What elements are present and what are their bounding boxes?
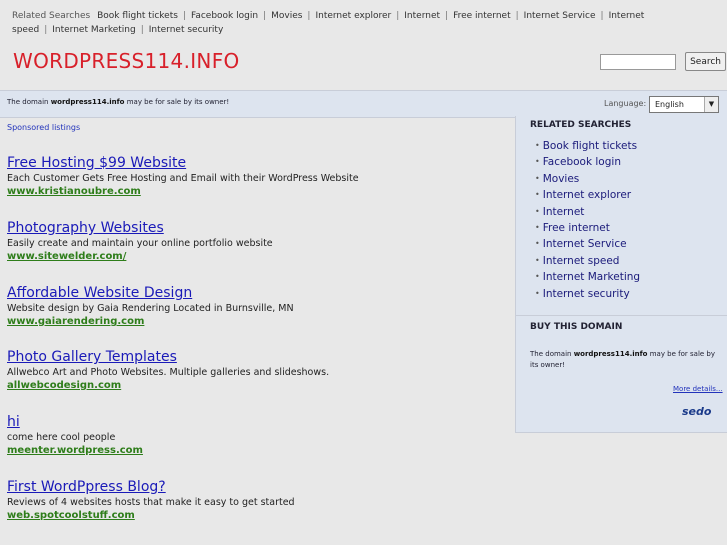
listing: Free Hosting $99 Website Each Customer Ge… <box>7 155 507 199</box>
listing-url[interactable]: web.spotcoolstuff.com <box>7 509 507 523</box>
listing-url[interactable]: meenter.wordpress.com <box>7 444 507 458</box>
search-input[interactable] <box>600 53 676 70</box>
domain-notice-bar: The domain wordpress114.info may be for … <box>0 90 727 118</box>
buy-pre: The domain <box>530 350 574 358</box>
listing-description: Website design by Gaia Rendering Located… <box>7 303 294 314</box>
language-select[interactable]: English ▼ <box>649 96 719 113</box>
more-details-link[interactable]: More details... <box>673 385 723 393</box>
separator: | <box>600 11 604 21</box>
bullet-icon: • <box>535 206 540 216</box>
sidebar-related-link[interactable]: Internet speed <box>543 255 620 267</box>
sidebar-related-item[interactable]: • Internet Marketing <box>535 269 640 285</box>
sidebar-related-link[interactable]: Free internet <box>543 222 610 234</box>
separator: | <box>396 11 400 21</box>
related-search-link[interactable]: Book flight tickets <box>97 11 178 21</box>
domain-notice-text: The domain wordpress114.info may be for … <box>7 98 229 106</box>
buy-domain-heading: BUY THIS DOMAIN <box>530 322 623 332</box>
sidebar-related-link[interactable]: Internet Marketing <box>543 271 640 283</box>
sidebar-related-link[interactable]: Facebook login <box>543 156 621 168</box>
listing: Photo Gallery Templates Allwebco Art and … <box>7 349 507 393</box>
related-search-link[interactable]: Facebook login <box>191 11 258 21</box>
listing-description: come here cool people <box>7 432 116 443</box>
separator: | <box>263 11 267 21</box>
related-search-link[interactable]: Free internet <box>453 11 511 21</box>
separator: | <box>44 25 48 35</box>
listing-title[interactable]: Free Hosting $99 Website <box>7 155 507 172</box>
sidebar-related-link[interactable]: Internet Service <box>543 238 627 250</box>
listing-description: Allwebco Art and Photo Websites. Multipl… <box>7 367 330 378</box>
sidebar: RELATED SEARCHES • Book flight tickets • Fa… <box>515 116 727 433</box>
bullet-icon: • <box>535 239 540 249</box>
listing-url[interactable]: allwebcodesign.com <box>7 379 507 393</box>
bullet-icon: • <box>535 255 540 265</box>
sidebar-related-item[interactable]: • Movies <box>535 171 640 187</box>
listing-url[interactable]: www.sitewelder.com/ <box>7 250 507 264</box>
sponsored-listings-label[interactable]: Sponsored listings <box>7 123 80 132</box>
bullet-icon: • <box>535 272 540 282</box>
sedo-logo[interactable]: sedo <box>682 405 711 418</box>
related-searches-bar: Related Searches Book flight tickets | Fac… <box>0 0 727 42</box>
sidebar-related-link[interactable]: Internet explorer <box>543 189 631 201</box>
related-searches-heading: RELATED SEARCHES <box>530 120 632 130</box>
buy-domain: wordpress114.info <box>573 350 648 358</box>
listing: Affordable Website Design Website design … <box>7 285 507 329</box>
sidebar-related-item[interactable]: • Facebook login <box>535 154 640 170</box>
listing-title[interactable]: hi <box>7 414 507 431</box>
search-form: Search <box>600 51 727 71</box>
separator: | <box>307 11 311 21</box>
listing-description: Each Customer Gets Free Hosting and Emai… <box>7 173 359 184</box>
separator: | <box>445 11 449 21</box>
language-label: Language: <box>604 99 647 108</box>
sidebar-related-link[interactable]: Internet security <box>543 288 630 300</box>
site-logo[interactable]: WORDPRESS114.INFO <box>13 49 240 73</box>
bullet-icon: • <box>535 223 540 233</box>
separator: | <box>182 11 186 21</box>
sidebar-divider <box>516 315 727 316</box>
related-search-link[interactable]: Internet <box>404 11 440 21</box>
bullet-icon: • <box>535 288 540 298</box>
sidebar-related-item[interactable]: • Internet <box>535 204 640 220</box>
listing-url[interactable]: www.gaiarendering.com <box>7 315 507 329</box>
listing-title[interactable]: Photography Websites <box>7 220 507 237</box>
related-search-link[interactable]: Internet Marketing <box>52 25 135 35</box>
sidebar-related-item[interactable]: • Book flight tickets <box>535 138 640 154</box>
notice-pre: The domain <box>7 98 51 106</box>
notice-post: may be for sale by its owner! <box>124 98 230 106</box>
listing-title[interactable]: First WordPpress Blog? <box>7 479 507 496</box>
related-search-link[interactable]: Internet Service <box>524 11 596 21</box>
related-searches-label: Related Searches <box>12 11 91 21</box>
sidebar-related-item[interactable]: • Internet speed <box>535 253 640 269</box>
listing-description: Easily create and maintain your online p… <box>7 238 273 249</box>
related-search-link[interactable]: Internet explorer <box>315 11 391 21</box>
buy-domain-text: The domain wordpress114.info may be for … <box>530 349 720 371</box>
bullet-icon: • <box>535 141 540 150</box>
listing-description: Reviews of 4 websites hosts that make it… <box>7 497 295 508</box>
notice-domain: wordpress114.info <box>50 98 125 106</box>
sidebar-related-link[interactable]: Movies <box>543 173 580 185</box>
related-search-link[interactable]: Movies <box>271 11 302 21</box>
sidebar-related-link[interactable]: Internet <box>543 206 585 218</box>
related-searches-list: • Book flight tickets • Facebook login • Movi… <box>535 138 640 302</box>
listing-url[interactable]: www.kristianoubre.com <box>7 185 507 199</box>
sidebar-related-item[interactable]: • Internet security <box>535 286 640 302</box>
chevron-down-icon[interactable]: ▼ <box>704 97 718 112</box>
bullet-icon: • <box>535 173 540 183</box>
language-selected: English <box>655 100 684 109</box>
listing: First WordPpress Blog? Reviews of 4 websi… <box>7 479 507 523</box>
sidebar-related-link[interactable]: Book flight tickets <box>543 140 637 152</box>
related-search-link[interactable]: Internet security <box>149 25 224 35</box>
separator: | <box>140 25 144 35</box>
sidebar-related-item[interactable]: • Internet Service <box>535 236 640 252</box>
separator: | <box>515 11 519 21</box>
bullet-icon: • <box>535 190 540 200</box>
listing-title[interactable]: Affordable Website Design <box>7 285 507 302</box>
listing: hi come here cool people meenter.wordpress… <box>7 414 507 458</box>
listing-title[interactable]: Photo Gallery Templates <box>7 349 507 366</box>
sidebar-related-item[interactable]: • Internet explorer <box>535 187 640 203</box>
bullet-icon: • <box>535 157 540 167</box>
listing: Photography Websites Easily create and ma… <box>7 220 507 264</box>
sidebar-related-item[interactable]: • Free internet <box>535 220 640 236</box>
search-button[interactable]: Search <box>685 52 727 71</box>
